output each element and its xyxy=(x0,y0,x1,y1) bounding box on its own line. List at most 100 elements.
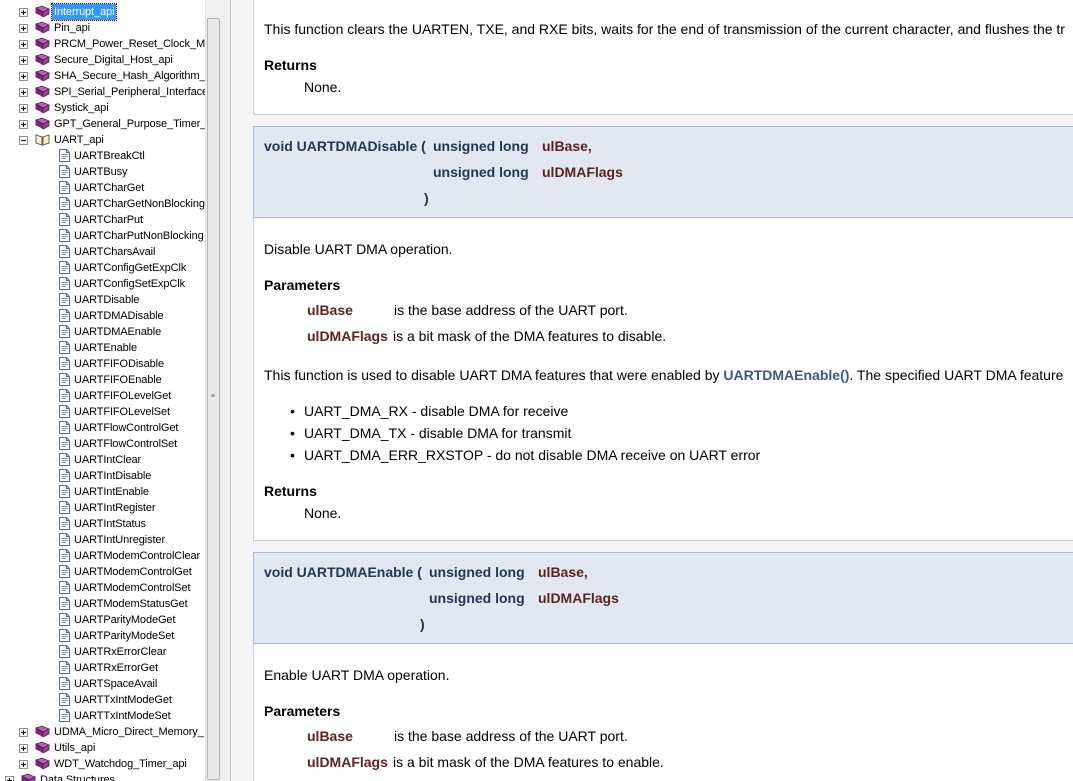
tree-item-topic[interactable]: UARTBreakCtl xyxy=(0,148,205,164)
collapse-icon[interactable] xyxy=(19,136,28,145)
tree-item-module[interactable]: Data Structures xyxy=(0,772,205,781)
tree-item-topic[interactable]: UARTParityModeSet xyxy=(0,628,205,644)
book-icon xyxy=(35,101,50,114)
memproto-uartdmaenable: void UARTDMAEnable ( unsigned long ulBas… xyxy=(253,552,1073,644)
book-icon xyxy=(35,37,50,50)
tree-scrollbar-thumb[interactable]: ≡ xyxy=(207,18,220,780)
tree-item-topic[interactable]: UARTFIFODisable xyxy=(0,356,205,372)
tree-item-topic[interactable]: UARTDMAEnable xyxy=(0,324,205,340)
page-icon xyxy=(59,277,70,290)
tree-item-topic[interactable]: UARTFIFOLevelSet xyxy=(0,404,205,420)
tree-item-topic[interactable]: UARTBusy xyxy=(0,164,205,180)
tree-item-topic[interactable]: UARTDMADisable xyxy=(0,308,205,324)
tree-item-topic[interactable]: UARTIntDisable xyxy=(0,468,205,484)
param2-type: unsigned long xyxy=(429,590,525,606)
expand-icon[interactable] xyxy=(5,776,14,781)
tree-item-label: UARTTxIntModeGet xyxy=(74,694,172,706)
tree-item-topic[interactable]: UARTFlowControlSet xyxy=(0,436,205,452)
tree-item-module[interactable]: PRCM_Power_Reset_Clock_M xyxy=(0,36,205,52)
tree-item-topic[interactable]: UARTRxErrorGet xyxy=(0,660,205,676)
tree-item-label: UARTCharPutNonBlocking xyxy=(74,230,204,242)
tree-item-topic[interactable]: UARTIntClear xyxy=(0,452,205,468)
tree-item-label: GPT_General_Purpose_Timer_ xyxy=(54,118,205,130)
tree-item-label: UARTFIFOEnable xyxy=(74,374,162,386)
page-icon xyxy=(59,149,70,162)
tree-item-topic[interactable]: UARTModemControlGet xyxy=(0,564,205,580)
tree-item-module[interactable]: UART_api xyxy=(0,132,205,148)
tree-item-topic[interactable]: UARTDisable xyxy=(0,292,205,308)
doc-content[interactable]: This function clears the UARTEN, TXE, an… xyxy=(231,0,1073,781)
book-icon xyxy=(35,85,50,98)
param1-name: ulBase, xyxy=(542,138,592,154)
param-ulbase: ulBase xyxy=(307,302,353,318)
topic-tree[interactable]: Interrupt_api Pin_api PRCM_Power_Reset_Clo… xyxy=(0,0,205,781)
tree-item-topic[interactable]: UARTIntRegister xyxy=(0,500,205,516)
tree-item-module[interactable]: GPT_General_Purpose_Timer_ xyxy=(0,116,205,132)
page-icon xyxy=(59,261,70,274)
tree-item-topic[interactable]: UARTSpaceAvail xyxy=(0,676,205,692)
tree-item-module[interactable]: Secure_Digital_Host_api xyxy=(0,52,205,68)
tree-item-topic[interactable]: UARTCharPut xyxy=(0,212,205,228)
expand-icon[interactable] xyxy=(19,728,28,737)
tree-scrollbar[interactable]: ≡ xyxy=(205,0,221,781)
returns-value: None. xyxy=(304,505,342,521)
pane-splitter[interactable] xyxy=(221,0,231,781)
tree-item-label: Secure_Digital_Host_api xyxy=(54,54,173,66)
book-icon xyxy=(35,117,50,130)
book-icon xyxy=(35,5,50,18)
tree-item-topic[interactable]: UARTCharGetNonBlocking xyxy=(0,196,205,212)
tree-item-topic[interactable]: UARTConfigGetExpClk xyxy=(0,260,205,276)
expand-icon[interactable] xyxy=(19,120,28,129)
tree-item-topic[interactable]: UARTCharsAvail xyxy=(0,244,205,260)
tree-item-label: Data Structures xyxy=(40,774,115,781)
tree-item-module[interactable]: SPI_Serial_Peripheral_Interface xyxy=(0,84,205,100)
expand-icon[interactable] xyxy=(19,40,28,49)
expand-icon[interactable] xyxy=(19,56,28,65)
tree-item-topic[interactable]: UARTTxIntModeGet xyxy=(0,692,205,708)
tree-item-label: UARTFIFODisable xyxy=(74,358,164,370)
tree-item-topic[interactable]: UARTCharPutNonBlocking xyxy=(0,228,205,244)
tree-item-module[interactable]: Utils_api xyxy=(0,740,205,756)
expand-icon[interactable] xyxy=(19,8,28,17)
tree-item-topic[interactable]: UARTModemStatusGet xyxy=(0,596,205,612)
tree-item-module[interactable]: Interrupt_api xyxy=(0,3,205,21)
param-uldmaflags-desc: is a bit mask of the DMA features to dis… xyxy=(393,328,667,344)
page-icon xyxy=(59,229,70,242)
page-icon xyxy=(59,197,70,210)
book-icon xyxy=(35,725,50,738)
tree-item-topic[interactable]: UARTTxIntModeSet xyxy=(0,708,205,724)
param-uldmaflags: ulDMAFlags xyxy=(307,328,388,344)
tree-item-topic[interactable]: UARTConfigSetExpClk xyxy=(0,276,205,292)
tree-item-module[interactable]: Systick_api xyxy=(0,100,205,116)
tree-item-module[interactable]: WDT_Watchdog_Timer_api xyxy=(0,756,205,772)
tree-item-label: UARTDMADisable xyxy=(74,310,164,322)
tree-item-topic[interactable]: UARTFlowControlGet xyxy=(0,420,205,436)
tree-item-topic[interactable]: UARTCharGet xyxy=(0,180,205,196)
expand-icon[interactable] xyxy=(19,744,28,753)
page-icon xyxy=(59,373,70,386)
tree-item-topic[interactable]: UARTParityModeGet xyxy=(0,612,205,628)
tree-item-label: UARTCharGet xyxy=(74,182,145,194)
tree-item-topic[interactable]: UARTFIFOEnable xyxy=(0,372,205,388)
bullet-item: UART_DMA_ERR_RXSTOP - do not disable DMA… xyxy=(290,447,760,463)
expand-icon[interactable] xyxy=(19,24,28,33)
tree-item-topic[interactable]: UARTRxErrorClear xyxy=(0,644,205,660)
tree-item-module[interactable]: Pin_api xyxy=(0,20,205,36)
tree-item-topic[interactable]: UARTFIFOLevelGet xyxy=(0,388,205,404)
tree-item-module[interactable]: UDMA_Micro_Direct_Memory_ xyxy=(0,724,205,740)
tree-item-topic[interactable]: UARTIntUnregister xyxy=(0,532,205,548)
tree-item-module[interactable]: SHA_Secure_Hash_Algorithm_ xyxy=(0,68,205,84)
brief-description: Disable UART DMA operation. xyxy=(264,241,453,257)
uartdmaenable-link[interactable]: UARTDMAEnable() xyxy=(723,367,849,383)
previous-description: This function clears the UARTEN, TXE, an… xyxy=(264,21,1065,37)
expand-icon[interactable] xyxy=(19,88,28,97)
expand-icon[interactable] xyxy=(19,104,28,113)
expand-icon[interactable] xyxy=(19,760,28,769)
tree-item-topic[interactable]: UARTModemControlClear xyxy=(0,548,205,564)
parameters-heading: Parameters xyxy=(264,703,341,719)
tree-item-topic[interactable]: UARTEnable xyxy=(0,340,205,356)
expand-icon[interactable] xyxy=(19,72,28,81)
tree-item-topic[interactable]: UARTModemControlSet xyxy=(0,580,205,596)
tree-item-topic[interactable]: UARTIntEnable xyxy=(0,484,205,500)
tree-item-topic[interactable]: UARTIntStatus xyxy=(0,516,205,532)
